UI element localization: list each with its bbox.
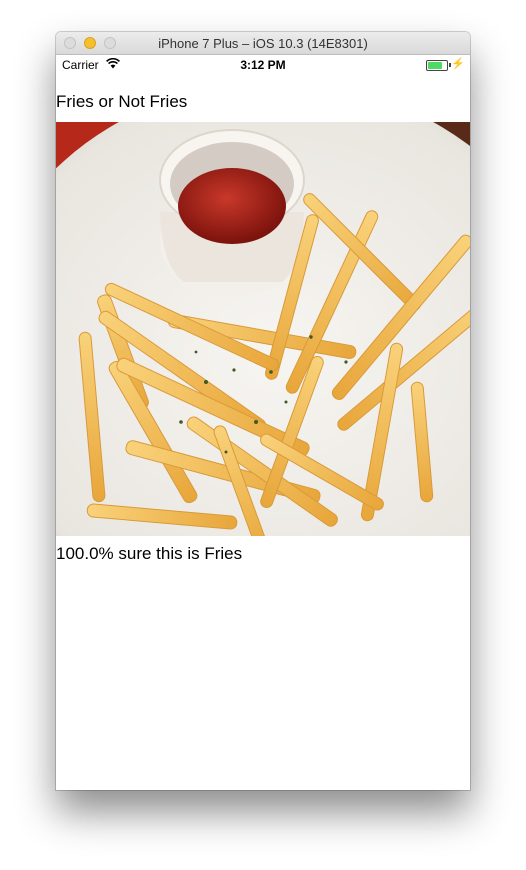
status-time: 3:12 PM bbox=[240, 58, 286, 72]
window-titlebar: iPhone 7 Plus – iOS 10.3 (14E8301) bbox=[56, 32, 470, 55]
simulator-window: iPhone 7 Plus – iOS 10.3 (14E8301) Carri… bbox=[56, 32, 470, 790]
ios-status-bar: Carrier 3:12 PM ⚡ bbox=[56, 55, 470, 75]
app-title: Fries or Not Fries bbox=[56, 92, 188, 111]
bolt-icon: ⚡ bbox=[451, 58, 465, 70]
window-title: iPhone 7 Plus – iOS 10.3 (14E8301) bbox=[158, 36, 368, 51]
battery-icon bbox=[426, 60, 448, 71]
fries-photo bbox=[56, 122, 470, 536]
prediction-result: 100.0% sure this is Fries bbox=[56, 544, 243, 563]
